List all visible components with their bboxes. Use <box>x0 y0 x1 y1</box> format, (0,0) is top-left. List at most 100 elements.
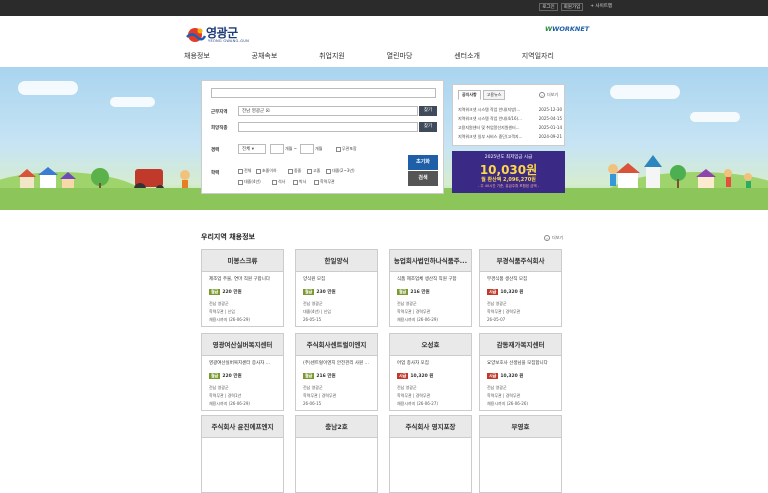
job-card[interactable]: 한일양식 양식원 모집 월급 230 만원 전남 영광군 대졸(4년) | 신입 26-05… <box>295 249 378 327</box>
pay-type-badge: 시급 <box>487 289 499 295</box>
job-title: 식품 제조업체 생산직 직원 구함 <box>397 277 457 282</box>
career-select[interactable]: 전체 ▾ <box>238 144 266 154</box>
nav-item-local-jobs[interactable]: 지역일자리 <box>522 51 554 61</box>
job-company: 주식회사센트럴이엔지 <box>296 334 377 356</box>
top-links: 로그인 회원가입 + 사이트맵 <box>539 3 616 11</box>
job-deadline: 채용시까지 (26-06-29) <box>209 317 250 322</box>
job-card[interactable]: 감동재가복지센터 요양보호사 선생님을 모집합니다 시급 10,320 원 전남 영광군… <box>479 333 562 411</box>
keyword-search-input[interactable] <box>211 88 436 98</box>
pay-type-badge: 월급 <box>209 289 221 295</box>
edu-checkbox-university[interactable]: 대졸(4년) <box>238 179 261 185</box>
nav-item-public-hiring[interactable]: 공채속보 <box>252 51 278 61</box>
education-label: 학력 <box>211 171 220 176</box>
notice-item[interactable]: 고용지원센터 및 취업알선지원센터... 2025-01-14 <box>458 125 562 131</box>
banner-note: - 주 40시간 기준, 유급주휴 포함된 금액 - <box>478 184 539 188</box>
job-region: 전남 영광군 <box>397 301 417 306</box>
edu-checkbox-high[interactable]: 고졸 <box>307 168 320 174</box>
job-company: 영광여산실버복지센터 <box>202 334 283 356</box>
job-region: 전남 영광군 <box>303 385 323 390</box>
job-card[interactable]: 주식회사 영지포장 <box>389 415 472 493</box>
job-education: 학력무관 | 경력무관 <box>397 309 431 314</box>
job-type-label: 희망직종 <box>211 126 228 131</box>
region-label: 근무지역 <box>211 110 228 115</box>
job-deadline: 26-05-07 <box>487 317 506 322</box>
edu-checkbox-college[interactable]: 대졸(2~3년) <box>326 168 355 174</box>
career-max-input[interactable] <box>300 144 314 154</box>
tab-employment-news[interactable]: 고용뉴스 <box>482 90 506 100</box>
job-region: 전남 영광군 <box>397 385 417 390</box>
job-company: 주식회사 영지포장 <box>390 416 471 438</box>
notice-item[interactable]: 지역워크넷 시스템 작업 안내(지방)... 2025-12-30 <box>458 107 562 113</box>
job-card[interactable]: 미봉스크류 제조업 주물, 연마 직원 구합니다 월급 220 만원 전남 영광군 학력무… <box>201 249 284 327</box>
chevron-right-icon: › <box>539 92 545 98</box>
job-title: 양식원 모집 <box>303 277 326 282</box>
notice-more-link[interactable]: › 더보기 <box>539 92 558 98</box>
career-months-text-1: 개월 ~ <box>285 146 297 151</box>
login-link[interactable]: 로그인 <box>539 3 558 11</box>
join-link[interactable]: 회원가입 <box>560 3 584 11</box>
job-title: 요양보호사 선생님을 모집합니다 <box>487 361 548 366</box>
nav-item-employment-support[interactable]: 취업지원 <box>319 51 345 61</box>
job-pay: 월급 230 만원 <box>303 289 336 295</box>
worknet-logo[interactable]: WWORKNET <box>545 25 589 33</box>
edu-checkbox-doctor[interactable]: 박사 <box>293 179 306 185</box>
nav-item-center-intro[interactable]: 센터소개 <box>454 51 480 61</box>
banner-line: 2025년도 최저임금 시급 <box>484 155 533 160</box>
section-more-link[interactable]: › 더보기 <box>544 235 563 241</box>
job-education: 학력무관 | 경력무관 <box>487 393 521 398</box>
job-region: 전남 영광군 <box>487 385 507 390</box>
minimum-wage-banner[interactable]: 2025년도 최저임금 시급 10,030원 월 환산액 2,096,270원 … <box>452 151 565 193</box>
tab-notice[interactable]: 공지사항 <box>458 90 481 100</box>
job-education: 학력무관 | 경력무관 <box>397 393 431 398</box>
job-title: 제조업 주물, 연마 직원 구합니다 <box>209 277 270 282</box>
career-none-checkbox[interactable]: 무관포함 <box>336 146 357 152</box>
job-deadline: 채용시까지 (26-06-27) <box>397 401 438 406</box>
job-pay: 월급 220 만원 <box>209 373 242 379</box>
job-search-panel: 근무지역 전남 영광군 ☒ 찾기 희망직종 찾기 경력 전체 ▾ 개월 ~ 개월… <box>201 80 444 194</box>
job-card[interactable]: 주식회사 윤진에프엔지 <box>201 415 284 493</box>
job-card[interactable]: 주식회사센트럴이엔지 (주)센트럴이엔지 안전관리 사원 ... 월급 216 만원 전… <box>295 333 378 411</box>
reset-button[interactable]: 초기화 <box>408 155 438 170</box>
job-title: 부경식품 생산직 모집 <box>487 277 528 282</box>
job-type-field[interactable] <box>238 122 418 132</box>
job-card[interactable]: 부경식품주식회사 부경식품 생산직 모집 시급 10,320 원 전남 영광군 학력무관 … <box>479 249 562 327</box>
region-find-button[interactable]: 찾기 <box>419 106 437 116</box>
job-region: 전남 영광군 <box>487 301 507 306</box>
edu-checkbox-any[interactable]: 학력무관 <box>314 179 335 185</box>
edu-checkbox-master[interactable]: 석사 <box>272 179 285 185</box>
notice-item[interactable]: 지역워크넷 시스템 작업 안내(4/16)... 2025-04-15 <box>458 116 562 122</box>
site-logo[interactable]: 영광군 YEONG GWANG-GUN <box>186 24 261 46</box>
job-company: 충남2호 <box>296 416 377 438</box>
edu-checkbox-all[interactable]: 전체 <box>238 168 251 174</box>
edu-checkbox-middle[interactable]: 중졸 <box>288 168 301 174</box>
search-button[interactable]: 검색 <box>408 171 438 186</box>
job-pay: 월급 220 만원 <box>209 289 242 295</box>
pay-type-badge: 월급 <box>303 373 315 379</box>
job-card[interactable]: 부영호 <box>479 415 562 493</box>
banner-monthly: 월 환산액 2,096,270원 <box>481 177 536 183</box>
nav-item-open-forum[interactable]: 열린마당 <box>387 51 413 61</box>
job-company: 감동재가복지센터 <box>480 334 561 356</box>
career-label: 경력 <box>211 148 220 153</box>
nav-item-jobs[interactable]: 채용정보 <box>184 51 210 61</box>
job-title: 어업 종사자 모집 <box>397 361 429 366</box>
job-education: 학력무관 | 신입 <box>209 309 235 314</box>
career-months-text-2: 개월 <box>315 146 323 151</box>
job-card[interactable]: 충남2호 <box>295 415 378 493</box>
notice-item[interactable]: 지역워크넷 일부 서비스 중단(고객지... 2024-09-21 <box>458 134 562 140</box>
sitemap-link[interactable]: + 사이트맵 <box>586 3 616 11</box>
job-card[interactable]: 오성호 어업 종사자 모집 시급 10,320 원 전남 영광군 학력무관 | 경력무관 채… <box>389 333 472 411</box>
job-type-find-button[interactable]: 찾기 <box>419 122 437 132</box>
pay-type-badge: 월급 <box>303 289 315 295</box>
region-field[interactable]: 전남 영광군 ☒ <box>238 106 418 116</box>
career-min-input[interactable] <box>270 144 284 154</box>
pay-type-badge: 시급 <box>397 373 409 379</box>
job-title: 영광여산실버복지센터 증사자 ... <box>209 361 270 366</box>
job-card[interactable]: 농업회사법인하나식품주... 식품 제조업체 생산직 직원 구함 월급 216 만원 전… <box>389 249 472 327</box>
job-education: 학력무관 | 경력1년 <box>209 393 242 398</box>
edu-checkbox-elementary[interactable]: 초졸이하 <box>256 168 277 174</box>
logo-emblem-icon <box>186 28 206 42</box>
job-company: 오성호 <box>390 334 471 356</box>
job-title: (주)센트럴이엔지 안전관리 사원 ... <box>303 361 369 366</box>
job-card[interactable]: 영광여산실버복지센터 영광여산실버복지센터 증사자 ... 월급 220 만원 전남 영… <box>201 333 284 411</box>
